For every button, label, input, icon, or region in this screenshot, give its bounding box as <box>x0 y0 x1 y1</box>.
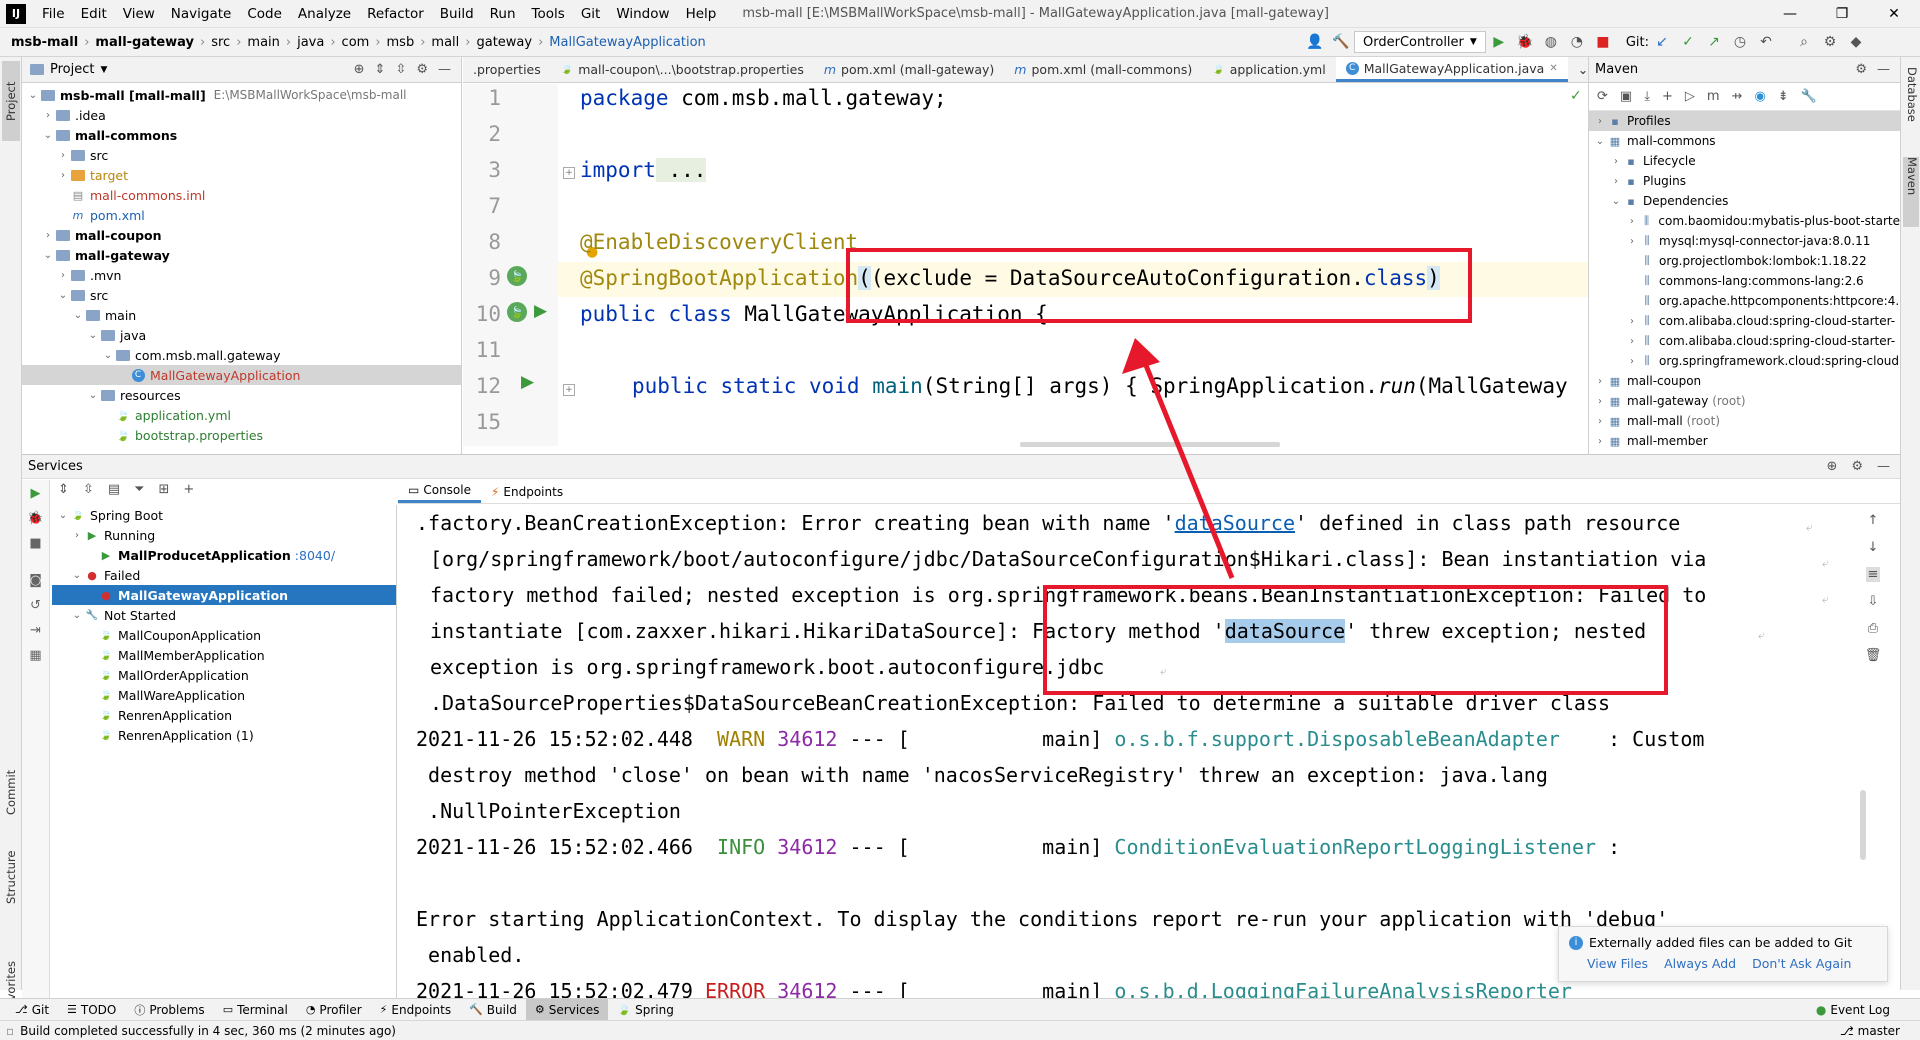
bottom-tab-label: Terminal <box>237 1002 288 1017</box>
event-log-icon: ● <box>1815 1002 1827 1017</box>
arrow-shaft <box>1140 357 1235 579</box>
endpoints-icon: ⚡ <box>379 1003 388 1016</box>
bottom-tab-spring[interactable]: 🍃 Spring <box>608 999 682 1021</box>
bottom-tab-label: Git <box>31 1002 50 1017</box>
bottom-tab-label: Endpoints <box>391 1002 452 1017</box>
bottom-tab-label: Problems <box>149 1002 205 1017</box>
event-log-label: Event Log <box>1830 1002 1890 1017</box>
git-branch[interactable]: ⎇ master <box>1840 1024 1920 1038</box>
bottom-tab-services[interactable]: ⚙ Services <box>525 998 609 1021</box>
bottom-tab-label: Services <box>548 1002 600 1017</box>
todo-icon: ☰ <box>67 1003 77 1016</box>
bottom-tab-build[interactable]: 🔨 Build <box>460 999 526 1021</box>
branch-icon: ⎇ <box>1839 1023 1854 1038</box>
build-icon: 🔨 <box>469 1003 483 1016</box>
status-text: Build completed successfully in 4 sec, 3… <box>20 1023 396 1038</box>
bottom-tool-bar: ⎇ Git ☰ TODO ⓘ Problems ▭ Terminal ◔ Profiler ⚡ End… <box>0 998 1920 1021</box>
bottom-tab-label: Spring <box>635 1002 674 1017</box>
spring-icon: 🍃 <box>617 1003 632 1016</box>
bottom-tab-profiler[interactable]: ◔ Profiler <box>297 999 371 1021</box>
bottom-tab-label: Build <box>486 1002 517 1017</box>
terminal-icon: ▭ <box>222 1003 234 1016</box>
bottom-tab-git[interactable]: ⎇ Git <box>6 999 58 1021</box>
profiler-icon: ◔ <box>305 1003 316 1016</box>
bottom-tab-todo[interactable]: ☰ TODO <box>58 999 125 1021</box>
status-square-icon: ▫ <box>6 1023 15 1038</box>
event-log-button[interactable]: ● Event Log <box>1807 999 1920 1021</box>
arrow-head <box>1122 338 1160 374</box>
red-arrow-annotation <box>1122 338 1235 579</box>
branch-name: master <box>1857 1023 1900 1038</box>
services-icon: ⚙ <box>534 1003 545 1016</box>
problems-icon: ⓘ <box>134 1003 146 1017</box>
bottom-tool-tabs: ⎇ Git ☰ TODO ⓘ Problems ▭ Terminal ◔ Profiler ⚡ End… <box>0 998 683 1021</box>
bottom-tab-terminal[interactable]: ▭ Terminal <box>214 999 297 1021</box>
bottom-tab-label: TODO <box>80 1002 117 1017</box>
bottom-tab-endpoints[interactable]: ⚡ Endpoints <box>371 999 460 1021</box>
status-bar: ▫ Build completed successfully in 4 sec,… <box>0 1020 1920 1040</box>
bottom-tab-label: Profiler <box>319 1002 362 1017</box>
git-icon: ⎇ <box>15 1003 28 1016</box>
bottom-tab-problems[interactable]: ⓘ Problems <box>125 999 213 1021</box>
